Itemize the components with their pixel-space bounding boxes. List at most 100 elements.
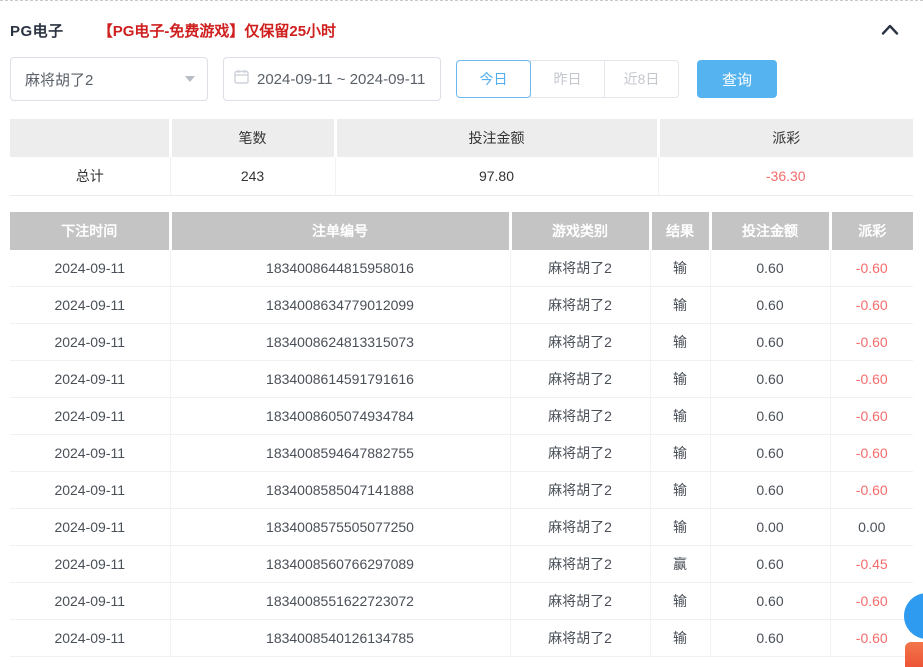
cell-payout: -0.60 <box>830 398 913 435</box>
header-game-type: 游戏类别 <box>510 212 650 250</box>
table-row: 2024-09-111834008575505077250麻将胡了2输0.000… <box>10 509 913 546</box>
cell-bet-amount: 0.60 <box>710 583 830 620</box>
cell-bet-id: 1834008551622723072 <box>170 583 510 620</box>
summary-total-bet-amount: 97.80 <box>335 157 658 195</box>
header-bet-time: 下注时间 <box>10 212 170 250</box>
cell-game-type: 麻将胡了2 <box>510 620 650 657</box>
cell-bet-time: 2024-09-11 <box>10 509 170 546</box>
game-select-value: 麻将胡了2 <box>25 69 185 90</box>
cell-game-type: 麻将胡了2 <box>510 509 650 546</box>
cell-payout: -0.60 <box>830 361 913 398</box>
cell-game-type: 麻将胡了2 <box>510 435 650 472</box>
cell-bet-id: 1834008585047141888 <box>170 472 510 509</box>
table-row: 2024-09-111834008594647882755麻将胡了2输0.60-… <box>10 435 913 472</box>
floating-promo-button[interactable] <box>905 642 923 667</box>
quick-date-buttons: 今日 昨日 近8日 <box>456 60 679 98</box>
cell-bet-amount: 0.60 <box>710 435 830 472</box>
cell-bet-time: 2024-09-11 <box>10 398 170 435</box>
cell-bet-id: 1834008575505077250 <box>170 509 510 546</box>
cell-bet-time: 2024-09-11 <box>10 620 170 657</box>
last8days-button[interactable]: 近8日 <box>604 60 679 98</box>
cell-bet-id: 1834008594647882755 <box>170 435 510 472</box>
cell-bet-amount: 0.60 <box>710 620 830 657</box>
cell-payout: -0.60 <box>830 324 913 361</box>
cell-bet-amount: 0.60 <box>710 324 830 361</box>
chevron-up-icon <box>881 22 899 40</box>
summary-header-bet-amount: 投注金额 <box>335 119 658 157</box>
cell-game-type: 麻将胡了2 <box>510 287 650 324</box>
cell-result: 输 <box>650 287 710 324</box>
summary-header-payout: 派彩 <box>658 119 913 157</box>
header-result: 结果 <box>650 212 710 250</box>
cell-game-type: 麻将胡了2 <box>510 546 650 583</box>
cell-result: 赢 <box>650 546 710 583</box>
cell-bet-time: 2024-09-11 <box>10 435 170 472</box>
header-bet-amount: 投注金额 <box>710 212 830 250</box>
cell-bet-amount: 0.60 <box>710 472 830 509</box>
game-select[interactable]: 麻将胡了2 <box>10 57 208 101</box>
cell-payout: -0.60 <box>830 620 913 657</box>
header-bet-id: 注单编号 <box>170 212 510 250</box>
cell-result: 输 <box>650 620 710 657</box>
summary-header-empty <box>10 119 170 157</box>
cell-bet-time: 2024-09-11 <box>10 546 170 583</box>
cell-game-type: 麻将胡了2 <box>510 472 650 509</box>
table-row: 2024-09-111834008585047141888麻将胡了2输0.60-… <box>10 472 913 509</box>
cell-game-type: 麻将胡了2 <box>510 398 650 435</box>
table-row: 2024-09-111834008644815958016麻将胡了2输0.60-… <box>10 250 913 287</box>
chevron-down-icon <box>185 76 195 82</box>
cell-bet-amount: 0.60 <box>710 250 830 287</box>
table-row: 2024-09-111834008624813315073麻将胡了2输0.60-… <box>10 324 913 361</box>
bet-table-body: 2024-09-111834008644815958016麻将胡了2输0.60-… <box>10 250 913 657</box>
bet-table-header-row: 下注时间 注单编号 游戏类别 结果 投注金额 派彩 <box>10 212 913 250</box>
cell-bet-id: 1834008605074934784 <box>170 398 510 435</box>
table-row: 2024-09-111834008605074934784麻将胡了2输0.60-… <box>10 398 913 435</box>
cell-bet-time: 2024-09-11 <box>10 324 170 361</box>
cell-bet-amount: 0.60 <box>710 287 830 324</box>
cell-payout: -0.60 <box>830 435 913 472</box>
summary-total-label: 总计 <box>10 157 170 195</box>
date-range-value: 2024-09-11 ~ 2024-09-11 <box>257 71 425 88</box>
cell-bet-amount: 0.60 <box>710 398 830 435</box>
cell-payout: -0.60 <box>830 287 913 324</box>
cell-game-type: 麻将胡了2 <box>510 250 650 287</box>
filter-bar: 麻将胡了2 2024-09-11 ~ 2024-09-11 今日 昨日 近8日 … <box>10 57 913 101</box>
bet-records-table: 下注时间 注单编号 游戏类别 结果 投注金额 派彩 2024-09-111834… <box>10 212 913 658</box>
date-range-input[interactable]: 2024-09-11 ~ 2024-09-11 <box>223 57 441 101</box>
table-row: 2024-09-111834008540126134785麻将胡了2输0.60-… <box>10 620 913 657</box>
summary-total-payout: -36.30 <box>658 157 913 195</box>
cell-bet-amount: 0.60 <box>710 361 830 398</box>
query-button[interactable]: 查询 <box>697 60 777 98</box>
table-row: 2024-09-111834008560766297089麻将胡了2赢0.60-… <box>10 546 913 583</box>
summary-header-count: 笔数 <box>170 119 335 157</box>
collapse-button[interactable] <box>881 22 899 40</box>
cell-bet-id: 1834008634779012099 <box>170 287 510 324</box>
cell-bet-time: 2024-09-11 <box>10 361 170 398</box>
cell-bet-id: 1834008644815958016 <box>170 250 510 287</box>
cell-payout: 0.00 <box>830 509 913 546</box>
cell-game-type: 麻将胡了2 <box>510 324 650 361</box>
panel-title: PG电子 <box>10 20 64 41</box>
cell-result: 输 <box>650 472 710 509</box>
cell-bet-amount: 0.00 <box>710 509 830 546</box>
cell-bet-id: 1834008624813315073 <box>170 324 510 361</box>
cell-bet-time: 2024-09-11 <box>10 472 170 509</box>
cell-bet-time: 2024-09-11 <box>10 583 170 620</box>
cell-bet-time: 2024-09-11 <box>10 287 170 324</box>
pg-records-panel: PG电子 【PG电子-免费游戏】仅保留25小时 麻将胡了2 2024-09-11… <box>0 0 923 667</box>
summary-table: 笔数 投注金额 派彩 总计 243 97.80 -36.30 <box>10 119 913 196</box>
cell-result: 输 <box>650 509 710 546</box>
cell-bet-id: 1834008614591791616 <box>170 361 510 398</box>
cell-bet-id: 1834008560766297089 <box>170 546 510 583</box>
yesterday-button[interactable]: 昨日 <box>530 60 605 98</box>
cell-bet-amount: 0.60 <box>710 546 830 583</box>
table-row: 2024-09-111834008551622723072麻将胡了2输0.60-… <box>10 583 913 620</box>
cell-bet-id: 1834008540126134785 <box>170 620 510 657</box>
summary-header-row: 笔数 投注金额 派彩 <box>10 119 913 157</box>
table-row: 2024-09-111834008614591791616麻将胡了2输0.60-… <box>10 361 913 398</box>
cell-payout: -0.60 <box>830 583 913 620</box>
today-button[interactable]: 今日 <box>456 60 531 98</box>
panel-header: PG电子 【PG电子-免费游戏】仅保留25小时 <box>0 2 923 41</box>
cell-payout: -0.45 <box>830 546 913 583</box>
panel-notice: 【PG电子-免费游戏】仅保留25小时 <box>98 20 336 41</box>
